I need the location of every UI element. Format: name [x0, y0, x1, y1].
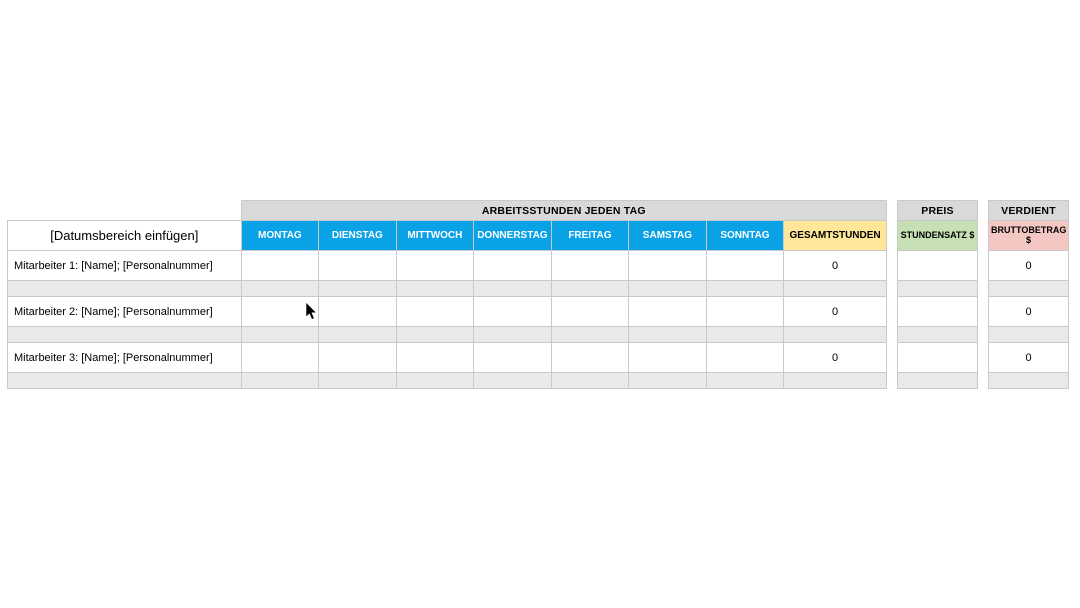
col-header-monday: MONTAG	[241, 221, 319, 251]
hours-cell[interactable]	[396, 343, 474, 373]
hours-cell[interactable]	[706, 343, 784, 373]
employee-label[interactable]: Mitarbeiter 1: [Name]; [Personalnummer]	[8, 251, 242, 281]
table-row: Mitarbeiter 2: [Name]; [Personalnummer] …	[8, 297, 887, 327]
hours-cell[interactable]	[551, 343, 629, 373]
spacer-row	[989, 373, 1069, 389]
hours-cell[interactable]	[241, 251, 319, 281]
employee-label[interactable]: Mitarbeiter 2: [Name]; [Personalnummer]	[8, 297, 242, 327]
earned-table-block: VERDIENT BRUTTOBETRAG $ 0 0 0	[988, 200, 1069, 389]
hours-cell[interactable]	[474, 297, 552, 327]
table-row: Mitarbeiter 3: [Name]; [Personalnummer] …	[8, 343, 887, 373]
earned-group-header: VERDIENT	[989, 201, 1069, 221]
hours-cell[interactable]	[629, 297, 707, 327]
hours-cell[interactable]	[629, 251, 707, 281]
spacer-row	[8, 373, 887, 389]
rate-cell[interactable]	[898, 297, 978, 327]
table-row: Mitarbeiter 1: [Name]; [Personalnummer] …	[8, 251, 887, 281]
gross-cell: 0	[989, 343, 1069, 373]
hours-cell[interactable]	[241, 297, 319, 327]
hours-cell[interactable]	[241, 343, 319, 373]
hours-cell[interactable]	[551, 297, 629, 327]
col-header-tuesday: DIENSTAG	[319, 221, 397, 251]
hours-cell[interactable]	[474, 251, 552, 281]
rate-cell[interactable]	[898, 343, 978, 373]
total-hours-cell: 0	[784, 251, 887, 281]
gross-header: BRUTTOBETRAG $	[989, 221, 1069, 251]
employee-label[interactable]: Mitarbeiter 3: [Name]; [Personalnummer]	[8, 343, 242, 373]
earned-table: VERDIENT BRUTTOBETRAG $ 0 0 0	[988, 200, 1069, 389]
col-header-total: GESAMTSTUNDEN	[784, 221, 887, 251]
spacer-row	[898, 327, 978, 343]
hours-cell[interactable]	[706, 251, 784, 281]
hours-table-block: ARBEITSSTUNDEN JEDEN TAG [Datumsbereich …	[7, 200, 887, 389]
spacer-row	[989, 327, 1069, 343]
hours-cell[interactable]	[319, 251, 397, 281]
col-header-thursday: DONNERSTAG	[474, 221, 552, 251]
hours-cell[interactable]	[629, 343, 707, 373]
price-table-block: PREIS STUNDENSATZ $	[897, 200, 978, 389]
total-hours-cell: 0	[784, 343, 887, 373]
total-hours-cell: 0	[784, 297, 887, 327]
spacer-row	[8, 327, 887, 343]
hours-cell[interactable]	[706, 297, 784, 327]
hours-cell[interactable]	[551, 251, 629, 281]
rate-cell[interactable]	[898, 251, 978, 281]
hours-table: ARBEITSSTUNDEN JEDEN TAG [Datumsbereich …	[7, 200, 887, 389]
gross-cell: 0	[989, 251, 1069, 281]
hours-cell[interactable]	[319, 297, 397, 327]
spacer-row	[8, 281, 887, 297]
col-header-saturday: SAMSTAG	[629, 221, 707, 251]
spacer-row	[898, 373, 978, 389]
col-header-friday: FREITAG	[551, 221, 629, 251]
hours-cell[interactable]	[396, 251, 474, 281]
col-header-wednesday: MITTWOCH	[396, 221, 474, 251]
price-table: PREIS STUNDENSATZ $	[897, 200, 978, 389]
hours-group-header: ARBEITSSTUNDEN JEDEN TAG	[241, 201, 886, 221]
date-range-cell[interactable]: [Datumsbereich einfügen]	[8, 221, 242, 251]
spacer-row	[989, 281, 1069, 297]
spacer-row	[898, 281, 978, 297]
col-header-sunday: SONNTAG	[706, 221, 784, 251]
rate-header: STUNDENSATZ $	[898, 221, 978, 251]
hours-cell[interactable]	[396, 297, 474, 327]
gross-cell: 0	[989, 297, 1069, 327]
hours-cell[interactable]	[474, 343, 552, 373]
hours-cell[interactable]	[319, 343, 397, 373]
price-group-header: PREIS	[898, 201, 978, 221]
